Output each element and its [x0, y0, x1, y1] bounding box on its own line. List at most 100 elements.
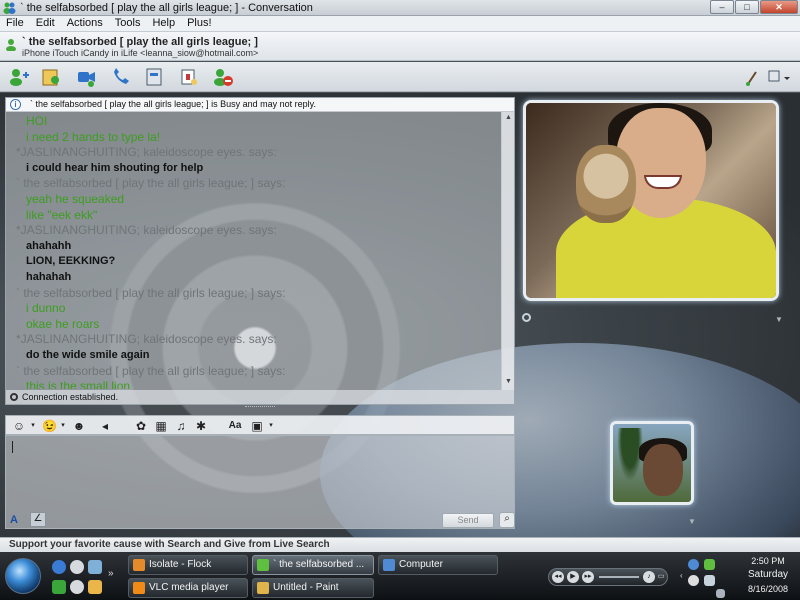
- wink-icon[interactable]: 😉: [42, 419, 57, 433]
- taskbar: » Isolate - Flock ` the selfabsorbed ...…: [0, 552, 800, 600]
- activities-icon[interactable]: [143, 66, 165, 88]
- pane-splitter[interactable]: [245, 406, 275, 410]
- task-label: Untitled - Paint: [273, 582, 339, 593]
- voice-clip-icon[interactable]: ◂: [98, 419, 112, 433]
- tray-messenger-icon[interactable]: [704, 559, 715, 570]
- messenger-icon: [3, 2, 16, 14]
- connection-status-text: Connection established.: [22, 392, 119, 402]
- webcam-icon[interactable]: [522, 313, 531, 322]
- minimize-button[interactable]: –: [710, 0, 734, 14]
- show-desktop-icon[interactable]: [88, 580, 102, 594]
- search-icon[interactable]: ⌕: [499, 512, 515, 528]
- menu-help[interactable]: Help: [146, 16, 181, 31]
- quicklaunch-more-icon[interactable]: »: [108, 568, 114, 579]
- share-files-icon[interactable]: [40, 66, 62, 88]
- contact-status-icon: [6, 39, 16, 51]
- messenger-quicklaunch-icon[interactable]: [52, 580, 66, 594]
- menu-edit[interactable]: Edit: [30, 16, 61, 31]
- tray-expand-icon[interactable]: ‹: [680, 571, 683, 580]
- contact-video-dropdown-icon[interactable]: ▼: [775, 315, 783, 324]
- tray-network-icon[interactable]: [688, 559, 699, 570]
- block-contact-icon[interactable]: [212, 66, 234, 88]
- messenger-task-icon: [257, 559, 269, 571]
- media-icon[interactable]: [70, 560, 84, 574]
- font-icon[interactable]: Aa: [228, 419, 242, 433]
- message-input[interactable]: A ∠ Send ⌕: [5, 435, 515, 529]
- ad-banner[interactable]: Support your favorite cause with Search …: [0, 537, 800, 552]
- menu-dropdown-icon[interactable]: [766, 66, 792, 88]
- task-paint[interactable]: Untitled - Paint: [252, 578, 374, 598]
- message-text: hahahah: [26, 270, 72, 283]
- message-text: i dunno: [26, 301, 66, 316]
- gift-icon[interactable]: ✿: [134, 419, 148, 433]
- contact-webcam-video: [523, 100, 779, 301]
- message-sender-header: *JASLINANGHUITING; kaleidoscope eyes. sa…: [16, 332, 277, 347]
- nudge-icon[interactable]: ☻: [72, 419, 86, 433]
- my-webcam-video: [610, 421, 694, 505]
- switch-windows-icon[interactable]: [88, 560, 102, 574]
- handwriting-icon[interactable]: ∠: [30, 512, 46, 527]
- firefox-icon[interactable]: [70, 580, 84, 594]
- tray-security-icon[interactable]: [704, 575, 715, 586]
- background-color-dropdown-icon[interactable]: ▾: [264, 419, 278, 433]
- video-call-icon[interactable]: [75, 66, 97, 88]
- task-conversation[interactable]: ` the selfabsorbed ...: [252, 555, 374, 575]
- expand-icon[interactable]: ▭: [655, 571, 667, 583]
- scroll-up-icon[interactable]: ▲: [504, 114, 513, 123]
- message-text: HOI: [26, 114, 48, 128]
- font-format-icon[interactable]: A: [10, 514, 24, 527]
- text-caret: [12, 441, 13, 453]
- chat-scrollbar[interactable]: ▲ ▼: [501, 112, 514, 390]
- contact-header: ` the selfabsorbed [ play the all girls …: [0, 32, 800, 61]
- rewind-icon[interactable]: ◂◂: [552, 571, 564, 583]
- start-button[interactable]: [5, 558, 41, 594]
- tray-skype-icon[interactable]: [688, 575, 699, 586]
- send-button[interactable]: Send: [442, 513, 494, 528]
- task-vlc[interactable]: VLC media player: [128, 578, 248, 598]
- games-icon[interactable]: [178, 66, 200, 88]
- background-color-icon[interactable]: ▣: [250, 419, 264, 433]
- tray-volume-icon[interactable]: [716, 589, 725, 598]
- close-button[interactable]: ✕: [760, 0, 798, 14]
- message-sender-header: ` the selfabsorbed [ play the all girls …: [16, 285, 286, 300]
- menu-plus[interactable]: Plus!: [181, 16, 217, 31]
- emoticon-dropdown-icon[interactable]: ▾: [26, 419, 40, 433]
- menu-file[interactable]: File: [0, 16, 30, 31]
- my-video-dropdown-icon[interactable]: ▼: [688, 517, 696, 526]
- paintbrush-icon[interactable]: [745, 66, 759, 88]
- volume-icon[interactable]: ♪: [643, 571, 655, 583]
- background-icon[interactable]: ▦: [154, 419, 168, 433]
- menu-actions[interactable]: Actions: [61, 16, 109, 31]
- invite-contact-icon[interactable]: [8, 66, 30, 88]
- message-text: okae he roars: [26, 316, 100, 331]
- wink-dropdown-icon[interactable]: ▾: [56, 419, 70, 433]
- scroll-down-icon[interactable]: ▼: [504, 378, 513, 387]
- task-flock[interactable]: Isolate - Flock: [128, 555, 248, 575]
- music-icon[interactable]: ♫: [174, 419, 188, 433]
- voice-call-icon[interactable]: [110, 66, 132, 88]
- message-text: this is the small lion: [26, 379, 131, 389]
- message-sender-header: ` the selfabsorbed [ play the all girls …: [16, 363, 286, 378]
- message-sender-header: *JASLINANGHUITING; kaleidoscope eyes. sa…: [16, 223, 277, 238]
- action-toolbar: [0, 62, 800, 92]
- busy-notice-text: ` the selfabsorbed [ play the all girls …: [30, 99, 316, 109]
- message-text: yeah he squeaked: [26, 191, 125, 206]
- clock-day: Saturday: [747, 569, 789, 580]
- message-list: HOI i need 2 hands to type la! *JASLINANGH…: [16, 114, 496, 389]
- maximize-button[interactable]: □: [735, 0, 759, 14]
- chat-history-panel: i ` the selfabsorbed [ play the all girl…: [5, 97, 515, 405]
- fast-forward-icon[interactable]: ▸▸: [582, 571, 594, 583]
- seek-slider[interactable]: [599, 576, 639, 578]
- task-label: ` the selfabsorbed ...: [273, 559, 365, 570]
- play-icon[interactable]: ▶: [567, 571, 579, 583]
- message-sender-header: ` the selfabsorbed [ play the all girls …: [16, 176, 286, 191]
- menu-tools[interactable]: Tools: [109, 16, 147, 31]
- emoticon-icon[interactable]: ☺: [12, 419, 26, 433]
- clock-time: 2:50 PM: [751, 556, 785, 566]
- clock[interactable]: 2:50 PM Saturday 8/16/2008: [738, 554, 798, 596]
- lion-toy: [576, 145, 636, 223]
- task-computer[interactable]: Computer: [378, 555, 498, 575]
- plugin-icon[interactable]: ✱: [194, 419, 208, 433]
- ie-icon[interactable]: [52, 560, 66, 574]
- busy-notice: i ` the selfabsorbed [ play the all girl…: [6, 98, 514, 112]
